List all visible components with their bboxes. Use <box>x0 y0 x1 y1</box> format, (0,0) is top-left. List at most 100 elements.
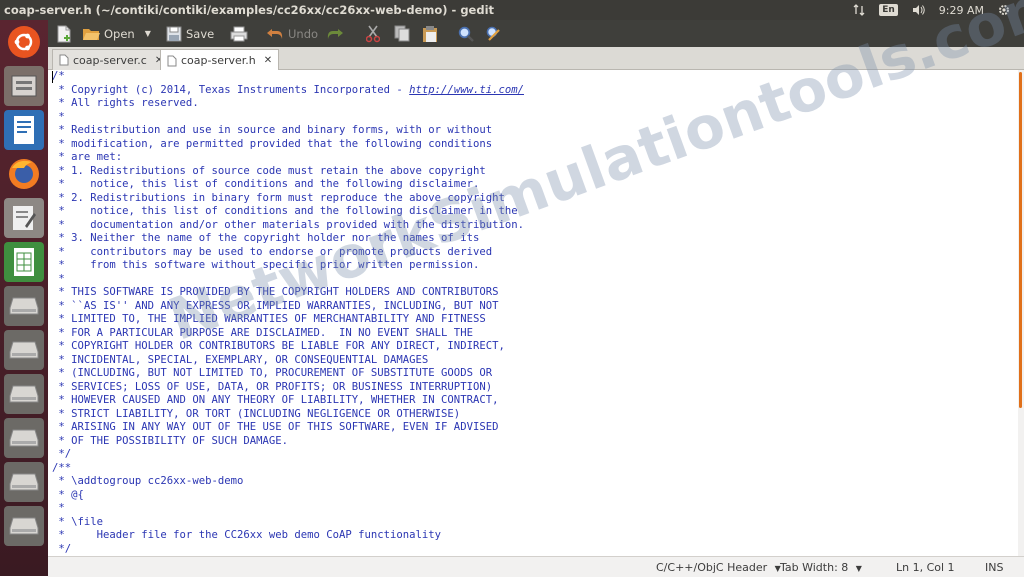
search-icon <box>458 26 474 42</box>
writer-icon[interactable] <box>4 110 44 150</box>
top-panel: coap-server.h (~/contiki/contiki/example… <box>0 0 1024 20</box>
gear-icon[interactable] <box>998 4 1010 16</box>
code-line: * ARISING IN ANY WAY OUT OF THE USE OF T… <box>52 421 499 433</box>
code-line: /* <box>52 70 65 82</box>
window-title: coap-server.h (~/contiki/contiki/example… <box>4 3 495 17</box>
find-replace-icon <box>486 26 500 41</box>
open-button[interactable]: Open ▼ <box>82 24 151 43</box>
keyboard-layout-indicator[interactable]: En <box>879 4 898 16</box>
volume-icon[interactable] <box>912 4 925 16</box>
code-line: * COPYRIGHT HOLDER OR CONTRIBUTORS BE LI… <box>52 340 505 352</box>
calc-icon[interactable] <box>4 242 44 282</box>
clock[interactable]: 9:29 AM <box>939 4 984 17</box>
code-line: * from this software without specific pr… <box>52 259 480 271</box>
files-icon[interactable] <box>4 66 44 106</box>
tab-label: coap-server.c <box>73 53 147 67</box>
undo-button[interactable]: Undo <box>266 24 318 43</box>
code-line: * SERVICES; LOSS OF USE, DATA, OR PROFIT… <box>52 380 493 393</box>
open-dropdown-arrow-icon[interactable]: ▼ <box>145 29 151 38</box>
code-line: * Redistribution and use in source and b… <box>52 124 493 136</box>
paste-icon <box>423 25 437 42</box>
code-line: * HOWEVER CAUSED AND ON ANY THEORY OF LI… <box>52 394 499 406</box>
drive-icon-3[interactable] <box>4 374 44 414</box>
drive-icon-6[interactable] <box>4 506 44 546</box>
code-line: * Header file for the CC26xx web demo Co… <box>52 529 442 541</box>
document-tabs: coap-server.c ✕ coap-server.h ✕ <box>48 47 1024 71</box>
launcher <box>0 20 48 576</box>
drive-icon-1[interactable] <box>4 286 44 326</box>
toolbar: Open ▼ Save Undo <box>48 20 1024 47</box>
code-line: * THIS SOFTWARE IS PROVIDED BY THE COPYR… <box>52 286 499 298</box>
tab-close-icon[interactable]: ✕ <box>264 55 272 66</box>
undo-icon <box>267 28 283 39</box>
code-line: * notice, this list of conditions and th… <box>52 205 518 217</box>
code-line: * <box>52 110 65 123</box>
code-line: * 1. Redistributions of source code must… <box>52 164 486 177</box>
print-button[interactable] <box>230 24 248 43</box>
status-bar: C/C++/ObjC Header ▼ Tab Width: 8 ▼ Ln 1,… <box>48 556 1024 577</box>
code-line: * <box>52 502 65 514</box>
code-line: * <box>52 272 65 285</box>
text-editor-area[interactable]: /* * Copyright (c) 2014, Texas Instrumen… <box>48 70 1016 556</box>
code-line: */ <box>52 448 72 460</box>
code-line: * OF THE POSSIBILITY OF SUCH DAMAGE. <box>52 434 288 447</box>
tab-width-selector[interactable]: Tab Width: 8 ▼ <box>780 561 862 574</box>
find-button[interactable] <box>458 24 474 43</box>
code-line: * STRICT LIABILITY, OR TORT (INCLUDING N… <box>52 407 461 420</box>
code-line: * @{ <box>52 488 84 501</box>
code-line: * All rights reserved. <box>52 97 199 109</box>
code-line: * \file <box>52 515 104 528</box>
redo-button[interactable] <box>326 24 344 43</box>
document-icon <box>167 55 177 66</box>
cursor-position: Ln 1, Col 1 <box>896 561 955 574</box>
code-line: */ <box>52 542 72 555</box>
code-line: * modification, are permitted provided t… <box>52 137 493 150</box>
language-selector[interactable]: C/C++/ObjC Header ▼ <box>656 561 781 574</box>
code-line: * Copyright (c) 2014, Texas Instruments … <box>52 83 524 96</box>
code-line: * are met: <box>52 151 123 163</box>
copy-button[interactable] <box>394 24 410 43</box>
save-button-label: Save <box>186 26 215 41</box>
drive-icon-2[interactable] <box>4 330 44 370</box>
code-line: * 3. Neither the name of the copyright h… <box>52 232 480 244</box>
code-line: * documentation and/or other materials p… <box>52 218 524 231</box>
keyboard-layout-label: En <box>879 4 898 16</box>
code-line: * ``AS IS'' AND ANY EXPRESS OR IMPLIED W… <box>52 299 499 312</box>
drive-icon-4[interactable] <box>4 418 44 458</box>
code-line: * 2. Redistributions in binary form must… <box>52 191 505 204</box>
code-line: * contributors may be used to endorse or… <box>52 245 493 258</box>
find-replace-button[interactable] <box>486 24 502 43</box>
text-cursor <box>52 71 53 83</box>
firefox-icon[interactable] <box>4 154 44 194</box>
tab-coap-server-c[interactable]: coap-server.c ✕ <box>52 49 171 70</box>
code-line: * \addtogroup cc26xx-web-demo <box>52 475 244 487</box>
drive-icon-5[interactable] <box>4 462 44 502</box>
new-document-button[interactable] <box>56 24 72 43</box>
redo-icon <box>327 28 343 39</box>
source-code[interactable]: /* * Copyright (c) 2014, Texas Instrumen… <box>48 70 1016 556</box>
network-transfer-icon[interactable] <box>853 4 865 16</box>
ubuntu-dash-icon[interactable] <box>4 22 44 62</box>
folder-open-icon <box>83 28 100 40</box>
cut-button[interactable] <box>366 24 380 43</box>
code-line: * LIMITED TO, THE IMPLIED WARRANTIES OF … <box>52 313 486 325</box>
code-line: * FOR A PARTICULAR PURPOSE ARE DISCLAIME… <box>52 326 473 339</box>
print-icon <box>230 26 248 41</box>
copyright-link[interactable]: http://www.ti.com/ <box>409 84 524 96</box>
tab-label: coap-server.h <box>181 54 256 67</box>
insert-mode: INS <box>985 561 1004 574</box>
cut-icon <box>366 25 380 42</box>
undo-button-label: Undo <box>288 26 319 41</box>
paste-button[interactable] <box>422 24 438 43</box>
tab-width-label: Tab Width: 8 <box>780 561 849 574</box>
indicator-area: En 9:29 AM <box>853 0 1024 20</box>
chevron-down-icon: ▼ <box>855 564 862 573</box>
copy-icon <box>394 25 410 42</box>
open-button-label: Open <box>104 26 135 41</box>
tab-coap-server-h[interactable]: coap-server.h ✕ <box>160 49 280 71</box>
code-line: /** <box>52 461 72 474</box>
language-label: C/C++/ObjC Header <box>656 561 768 574</box>
scrollbar-thumb[interactable] <box>1019 72 1022 408</box>
save-button[interactable]: Save <box>166 24 214 43</box>
text-editor-icon[interactable] <box>4 198 44 238</box>
